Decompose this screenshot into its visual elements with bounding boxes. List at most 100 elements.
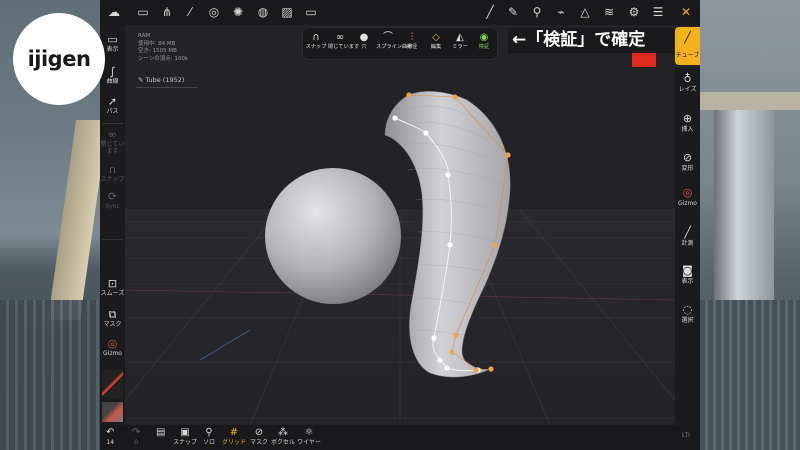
smooth-button[interactable]: ⊡ スムーズ [100, 277, 125, 297]
closed-label: 閉じています [100, 141, 125, 155]
radius-label: 半径 [406, 44, 418, 50]
wireframe-toggle[interactable]: ⚛ ワイヤー [296, 427, 322, 447]
pencil-icon[interactable]: ✎ [503, 3, 523, 21]
stroke-preview[interactable] [102, 370, 123, 398]
select-button[interactable]: ◌ 選択 [675, 303, 700, 324]
dropper-icon[interactable]: ⚲ [527, 3, 547, 21]
transform-button[interactable]: ⊘ 変形 [675, 151, 700, 172]
eye-slash-icon: ⊘ [254, 427, 264, 438]
mirror-button[interactable]: ◭ ミラー [448, 31, 472, 50]
select-label: 選択 [681, 317, 694, 324]
folder-icon[interactable]: ▭ [133, 3, 153, 21]
gizmo-label: Gizmo [103, 350, 122, 357]
curve-point [423, 130, 429, 136]
edit-button[interactable]: ◇ 編集 [424, 31, 448, 50]
image-icon[interactable]: ▨ [277, 3, 297, 21]
control-handle [505, 152, 511, 158]
alpha-preview[interactable] [102, 402, 123, 422]
mask-icon: ⧉ [108, 308, 117, 321]
curve-point [437, 357, 443, 363]
pen-icon[interactable]: ╱ [480, 3, 500, 21]
gizmo-icon: ◎ [107, 337, 118, 350]
divider [136, 87, 198, 88]
globe-icon[interactable]: ◎ [204, 3, 224, 21]
divider [102, 123, 123, 124]
sphere-mesh [265, 168, 401, 304]
layers-button[interactable]: ♁ レイズ [675, 72, 700, 93]
snap-button[interactable]: ∩ スナップ [304, 31, 328, 50]
smooth-label: スムーズ [100, 290, 125, 297]
stack-icon: ▤ [156, 427, 166, 438]
control-handle [406, 92, 412, 98]
gizmo-button[interactable]: ◎ Gizmo [100, 337, 125, 357]
material-icon[interactable]: ◍ [253, 3, 273, 21]
grid-toggle[interactable]: # グリッド [220, 427, 248, 447]
voxel-toggle[interactable]: ⁂ ボクセル [270, 427, 296, 447]
mask-button[interactable]: ⧉ マスク [100, 308, 125, 328]
curve-tool-palette: ∩ スナップ ∞ 閉じています ● 穴 ⌒ スプライン曲線 ⫶ 半径 ◇ 編集 [302, 27, 498, 60]
select-icon: ◌ [682, 303, 693, 316]
magnet-icon: ∩ [312, 32, 320, 43]
path-button[interactable]: ➚ パス [100, 95, 125, 115]
paint-icon[interactable]: ⌁ [551, 3, 571, 21]
spline-button[interactable]: ⌒ スプライン曲線 [376, 31, 412, 50]
curve-point [392, 115, 398, 121]
layers-label: レイズ [678, 86, 697, 93]
measure-button[interactable]: ╱ 計測 [675, 226, 700, 247]
validate-button[interactable]: ◉ 検証 [472, 31, 496, 50]
video-icon[interactable]: ▭ [301, 3, 321, 21]
cloud-icon[interactable]: ☁ [104, 3, 124, 21]
scene-graph-icon[interactable]: ⋔ [157, 3, 177, 21]
tools-icon[interactable]: ✕ [676, 3, 696, 21]
object-name[interactable]: ✎ Tube (1952) [138, 76, 184, 84]
control-handle [452, 94, 458, 100]
sync-toggle[interactable]: ⟳ Sync [100, 190, 125, 210]
undo-icon: ↶ [106, 427, 115, 438]
object-name-text: Tube (1952) [145, 76, 185, 84]
snap-label: スナップ [172, 439, 197, 446]
top-toolbar: ☁ ▭ ⋔ ⁄ ◎ ✺ ◍ ▨ ▭ ╱ ✎ ⚲ ⌁ △ ≋ ⚙ ☰ ✕ [100, 0, 700, 25]
insert-button[interactable]: ⊕ 挿入 [675, 112, 700, 133]
floor-shape [700, 300, 800, 450]
closed-toggle[interactable]: ∞ 閉じています [100, 128, 125, 155]
undo-button[interactable]: ↶ 14 [106, 427, 114, 447]
solo-label: ソロ [202, 439, 215, 446]
snap-toggle[interactable]: ▣ スナップ [172, 427, 198, 447]
radius-icon: ⫶ [410, 32, 414, 43]
3d-viewport[interactable] [100, 0, 700, 450]
insert-label: 挿入 [681, 126, 694, 133]
measure-icon: ╱ [684, 226, 691, 239]
camera-icon: ◙ [682, 264, 693, 277]
mask-label: マスク [103, 321, 122, 328]
scene-vertices: シーンの頂点: 100k [138, 55, 189, 62]
left-sidebar: ▭ 表示 ∫ 曲線 ➚ パス ∞ 閉じています ∩ スナップ ⟳ Sync ⊡ … [100, 25, 125, 450]
stack-button[interactable]: ▤ [156, 427, 165, 439]
layers-stack-icon[interactable]: ≋ [599, 3, 619, 21]
triangle-icon[interactable]: △ [575, 3, 595, 21]
tube-tool-tab[interactable]: ╱ チューブ [675, 27, 700, 65]
solo-toggle[interactable]: ⚲ ソロ [200, 427, 218, 447]
curve-point [445, 172, 451, 178]
memory-info: RAM 使用中: 84 MB 空き: 1505 MB シーンの頂点: 100k [138, 33, 188, 63]
gizmo-button[interactable]: ◎ Gizmo [675, 186, 700, 207]
closed-toggle[interactable]: ∞ 閉じています [328, 31, 360, 50]
radius-button[interactable]: ⫶ 半径 [400, 31, 424, 50]
ram-free: 空き: 1505 MB [138, 48, 177, 54]
view-button[interactable]: ◙ 表示 [675, 264, 700, 285]
sun-icon[interactable]: ✺ [228, 3, 248, 21]
closed-label: 閉じています [328, 44, 360, 50]
sliders-icon[interactable]: ☰ [648, 3, 668, 21]
bottom-toolbar: ↶ 14 ↷ 0 ▤ ▣ スナップ ⚲ ソロ # グリッド ⊘ マスク ⁂ ボク… [100, 425, 700, 450]
wireframe-label: ワイヤー [297, 439, 321, 446]
redo-button[interactable]: ↷ 0 [132, 427, 140, 447]
gear-icon[interactable]: ⚙ [624, 3, 644, 21]
mask-toggle[interactable]: ⊘ マスク [248, 427, 270, 447]
ram-used: 使用中: 84 MB [138, 40, 176, 47]
hole-button[interactable]: ● 穴 [352, 31, 376, 50]
brush-icon[interactable]: ⁄ [180, 3, 200, 21]
hole-label: 穴 [361, 44, 367, 50]
smooth-icon: ⊡ [107, 277, 118, 290]
control-handle [473, 367, 479, 373]
screen: ijigen ☁ ▭ ⋔ ⁄ ◎ ✺ ◍ ▨ ▭ ╱ ✎ ⚲ ⌁ △ ≋ ⚙ ☰… [0, 0, 800, 450]
snap-toggle[interactable]: ∩ スナップ [100, 163, 125, 183]
